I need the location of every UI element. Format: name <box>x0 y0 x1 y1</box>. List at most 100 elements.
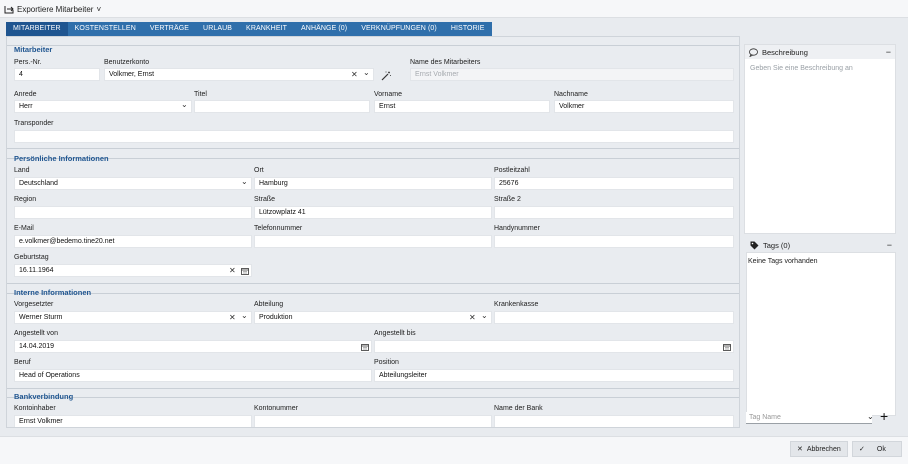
email-input[interactable]: e.volkmer@bedemo.tine20.net <box>14 235 252 248</box>
calendar-icon[interactable] <box>241 267 249 275</box>
ok-label: Ok <box>876 445 886 453</box>
add-tag-icon[interactable]: + <box>880 409 888 423</box>
transponder-label: Transponder <box>14 120 54 127</box>
tags-header: Tags (0) − <box>746 238 896 252</box>
clear-icon[interactable]: ✕ <box>229 266 236 276</box>
birthday-value: 16.11.1964 <box>19 267 54 274</box>
chevron-down-icon: ˅ <box>96 4 102 14</box>
health-insurance-input[interactable] <box>494 311 734 324</box>
last-name-input[interactable]: Volkmer <box>554 100 734 113</box>
magic-wand-icon[interactable] <box>381 71 391 81</box>
clear-icon[interactable]: ✕ <box>351 70 358 80</box>
mobile-label: Handynummer <box>494 225 540 232</box>
street-input[interactable]: Lützowplatz 41 <box>254 206 492 219</box>
department-combobox[interactable]: Produktion ✕ ⌄ <box>254 311 492 324</box>
salutation-value: Herr <box>19 103 33 110</box>
transponder-input[interactable] <box>14 130 734 143</box>
country-select[interactable]: Deutschland ⌄ <box>14 177 252 190</box>
tab-krankheit[interactable]: KRANKHEIT <box>239 22 294 36</box>
street2-input[interactable] <box>494 206 734 219</box>
tab-bar: MITARBEITER KOSTENSTELLEN VERTRÄGE URLAU… <box>6 22 492 36</box>
birthday-datefield[interactable]: 16.11.1964 ✕ <box>14 264 252 277</box>
zip-input[interactable]: 25676 <box>494 177 734 190</box>
department-label: Abteilung <box>254 301 284 308</box>
chevron-down-icon[interactable]: ⌄ <box>363 69 370 78</box>
street-label: Straße <box>254 196 276 203</box>
last-name-label: Nachname <box>554 91 588 98</box>
tab-verknuepfungen[interactable]: VERKNÜPFUNGEN (0) <box>354 22 444 36</box>
salutation-label: Anrede <box>14 91 37 98</box>
calendar-icon[interactable] <box>361 343 369 351</box>
city-input[interactable]: Hamburg <box>254 177 492 190</box>
phone-label: Telefonnummer <box>254 225 303 232</box>
region-input[interactable] <box>14 206 252 219</box>
phone-input[interactable] <box>254 235 492 248</box>
account-holder-input[interactable]: Ernst Volkmer <box>14 415 252 427</box>
pers-nr-label: Pers.-Nr. <box>14 59 42 66</box>
pers-nr-input[interactable]: 4 <box>14 68 100 81</box>
account-label: Benutzerkonto <box>104 59 150 66</box>
section-title-personal: Persönliche Informationen <box>14 154 109 163</box>
tags-empty-text: Keine Tags vorhanden <box>748 258 818 265</box>
tab-historie[interactable]: HISTORIE <box>444 22 492 36</box>
health-insurance-label: Krankenkasse <box>494 301 539 308</box>
employed-until-label: Angestellt bis <box>374 330 416 337</box>
tab-anhaenge[interactable]: ANHÄNGE (0) <box>294 22 354 36</box>
city-label: Ort <box>254 167 264 174</box>
chevron-down-icon[interactable]: ⌄ <box>241 312 248 321</box>
collapse-icon[interactable]: − <box>887 240 892 250</box>
email-label: E-Mail <box>14 225 34 232</box>
bank-name-input[interactable] <box>494 415 734 427</box>
department-value: Produktion <box>259 314 293 321</box>
account-combobox[interactable]: Volkmer, Ernst ✕ ⌄ <box>104 68 374 81</box>
supervisor-label: Vorgesetzter <box>14 301 54 308</box>
clear-icon[interactable]: ✕ <box>469 313 476 323</box>
export-icon <box>4 6 14 14</box>
tab-vertraege[interactable]: VERTRÄGE <box>143 22 196 36</box>
birthday-label: Geburtstag <box>14 254 49 261</box>
cancel-button[interactable]: ✕ Abbrechen <box>790 441 848 457</box>
profession-input[interactable]: Head of Operations <box>14 369 372 382</box>
mobile-input[interactable] <box>494 235 734 248</box>
street2-label: Straße 2 <box>494 196 521 203</box>
description-panel: Beschreibung − Geben Sie eine Beschreibu… <box>744 44 896 234</box>
account-number-label: Kontonummer <box>254 405 298 412</box>
description-textarea[interactable]: Geben Sie eine Beschreibung an <box>750 65 853 72</box>
account-number-input[interactable] <box>254 415 492 427</box>
title-label: Titel <box>194 91 207 98</box>
employed-until-datefield[interactable] <box>374 340 734 353</box>
employee-name-label: Name des Mitarbeiters <box>410 59 481 66</box>
salutation-select[interactable]: Herr ⌄ <box>14 100 192 113</box>
bank-name-label: Name der Bank <box>494 405 543 412</box>
export-employee-button[interactable]: Exportiere Mitarbeiter ˅ <box>4 3 101 15</box>
employee-name-input[interactable]: Ernst Volkmer <box>410 68 734 81</box>
clear-icon[interactable]: ✕ <box>229 313 236 323</box>
title-input[interactable] <box>194 100 370 113</box>
chevron-down-icon[interactable]: ⌄ <box>241 178 248 187</box>
tab-mitarbeiter[interactable]: MITARBEITER <box>6 22 68 36</box>
collapse-icon[interactable]: − <box>886 47 891 57</box>
first-name-input[interactable]: Ernst <box>374 100 550 113</box>
calendar-icon[interactable] <box>723 343 731 351</box>
tag-icon <box>750 241 759 249</box>
zip-label: Postleitzahl <box>494 167 530 174</box>
profession-label: Beruf <box>14 359 31 366</box>
employed-from-label: Angestellt von <box>14 330 58 337</box>
employee-form: Mitarbeiter Pers.-Nr. 4 Benutzerkonto Vo… <box>6 36 740 428</box>
cancel-label: Abbrechen <box>806 445 841 453</box>
ok-button[interactable]: ✓ Ok <box>852 441 902 457</box>
tab-kostenstellen[interactable]: KOSTENSTELLEN <box>68 22 143 36</box>
chevron-down-icon[interactable]: ⌄ <box>181 101 188 110</box>
position-label: Position <box>374 359 399 366</box>
tag-name-input[interactable]: Tag Name <box>746 412 872 424</box>
dialog-footer <box>0 436 908 464</box>
section-title-bank: Bankverbindung <box>14 392 74 401</box>
supervisor-combobox[interactable]: Werner Sturm ✕ ⌄ <box>14 311 252 324</box>
employed-from-datefield[interactable]: 14.04.2019 <box>14 340 372 353</box>
tab-urlaub[interactable]: URLAUB <box>196 22 239 36</box>
section-title-mitarbeiter: Mitarbeiter <box>14 45 53 54</box>
position-input[interactable]: Abteilungsleiter <box>374 369 734 382</box>
chevron-down-icon[interactable]: ⌄ <box>867 412 874 421</box>
chevron-down-icon[interactable]: ⌄ <box>481 312 488 321</box>
tags-title: Tags (0) <box>763 240 791 250</box>
